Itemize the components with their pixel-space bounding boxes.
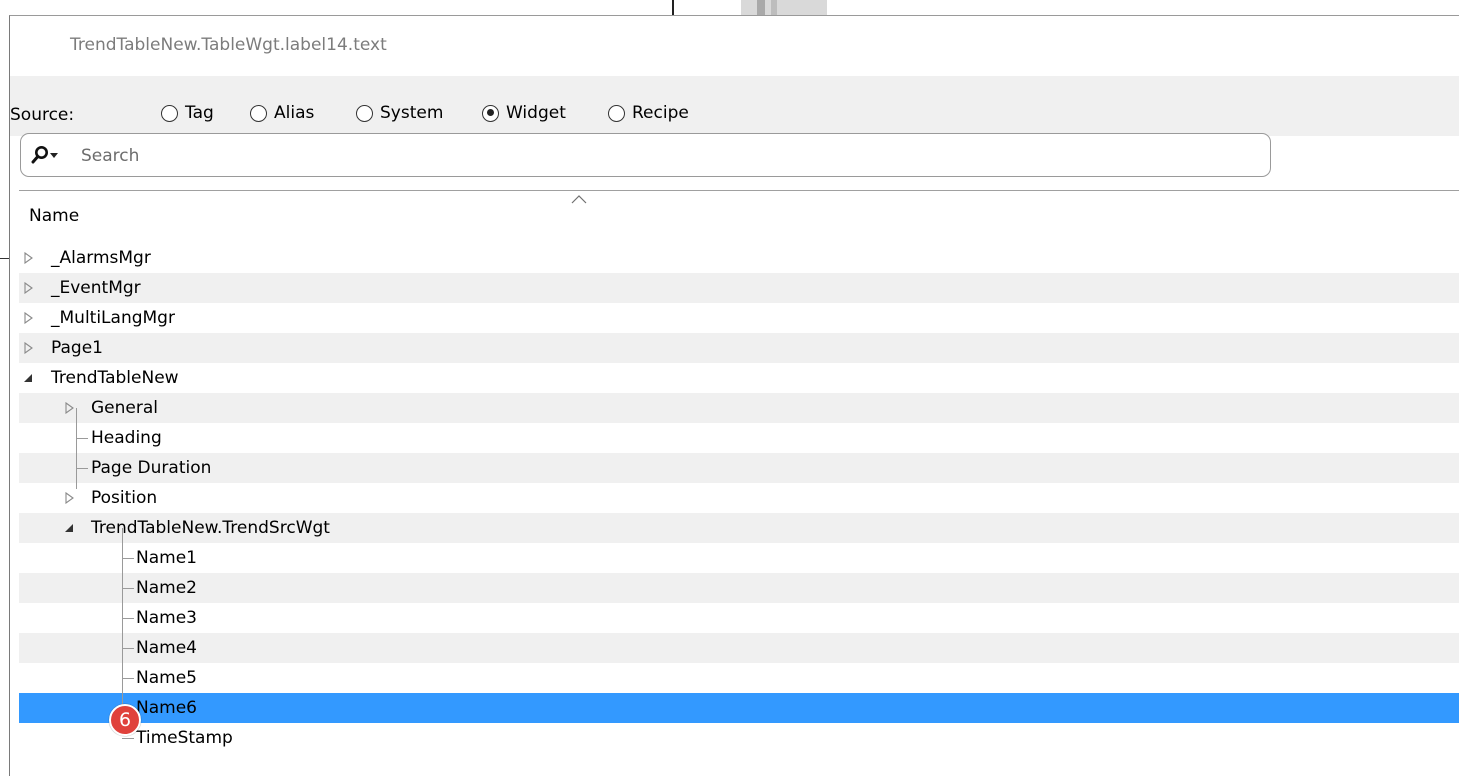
tree-row[interactable]: _EventMgr: [19, 273, 1459, 303]
source-toolbar: Source: Tag Alias System Widget Recipe: [10, 76, 1459, 136]
tree-connector-line: [122, 738, 134, 739]
tree-item-label: TrendTableNew.TrendSrcWgt: [91, 518, 330, 538]
radio-circle[interactable]: [608, 104, 625, 122]
tree-row[interactable]: TrendTableNew: [19, 363, 1459, 393]
search-icon[interactable]: [31, 145, 49, 165]
tree-item-label: Name4: [136, 638, 197, 658]
tree-row[interactable]: Name3: [19, 603, 1459, 633]
tree-row[interactable]: Name4: [19, 633, 1459, 663]
tree-row[interactable]: TimeStamp: [19, 723, 1459, 753]
tree-item-label: Name6: [136, 698, 197, 718]
tree-row[interactable]: Position: [19, 483, 1459, 513]
column-header-name[interactable]: Name: [29, 206, 79, 226]
tree-item-label: Name1: [136, 548, 197, 568]
tree-connector-line: [122, 618, 134, 619]
tree-row[interactable]: _AlarmsMgr: [19, 243, 1459, 273]
tree-connector-line: [122, 588, 134, 589]
title-bar: TrendTableNew.TableWgt.label14.text: [10, 16, 1459, 76]
tree-item-label: TrendTableNew: [51, 368, 179, 388]
radio-label: Recipe: [632, 103, 689, 123]
tree-row[interactable]: TrendTableNew.TrendSrcWgt: [19, 513, 1459, 543]
tree-connector-line: [122, 678, 134, 679]
tree-row[interactable]: General: [19, 393, 1459, 423]
radio-label: Tag: [185, 103, 214, 123]
tree-item-label: Name5: [136, 668, 197, 688]
tree-connector-line: [122, 648, 134, 649]
background-connector-line: [0, 258, 9, 259]
source-radio-widget[interactable]: Widget: [482, 101, 566, 125]
tree-connector-line: [76, 438, 88, 439]
source-radio-system[interactable]: System: [356, 101, 443, 125]
tree-row[interactable]: Page Duration: [19, 453, 1459, 483]
tree-item-label: _EventMgr: [51, 278, 141, 298]
radio-circle[interactable]: [356, 104, 373, 122]
tree-item-label: Position: [91, 488, 158, 508]
source-radio-recipe[interactable]: Recipe: [608, 101, 689, 125]
expand-arrow-icon[interactable]: [23, 252, 35, 264]
tag-browser-dialog: TrendTableNew.TableWgt.label14.text Sour…: [9, 15, 1459, 776]
dialog-title: TrendTableNew.TableWgt.label14.text: [70, 35, 387, 55]
expand-arrow-icon[interactable]: [64, 402, 76, 414]
tree-item-label: TimeStamp: [136, 728, 233, 748]
tree-connector-line: [122, 558, 134, 559]
expand-arrow-icon[interactable]: [64, 492, 76, 504]
search-input[interactable]: [79, 142, 1263, 170]
tree-item-label: Name3: [136, 608, 197, 628]
radio-label: Alias: [274, 103, 315, 123]
tree-row[interactable]: Name1: [19, 543, 1459, 573]
tree-view: Name _AlarmsMgr _EventMgr _MultiLangMgr Pag…: [19, 190, 1459, 766]
sort-ascending-icon[interactable]: [571, 195, 587, 204]
source-label: Source:: [10, 105, 75, 125]
collapse-arrow-icon[interactable]: [64, 522, 76, 534]
background-window-fragment: [741, 0, 827, 16]
tree-item-label: _MultiLangMgr: [51, 308, 175, 328]
tree-item-label: _AlarmsMgr: [51, 248, 151, 268]
tree-row[interactable]: Name5: [19, 663, 1459, 693]
tree-item-label: Page Duration: [91, 458, 212, 478]
tree-row[interactable]: Name2: [19, 573, 1459, 603]
tree-row[interactable]: Heading: [19, 423, 1459, 453]
collapse-arrow-icon[interactable]: [23, 372, 35, 384]
tree-item-label: Name2: [136, 578, 197, 598]
expand-arrow-icon[interactable]: [23, 312, 35, 324]
tree-item-label: General: [91, 398, 158, 418]
tree-row[interactable]: _MultiLangMgr: [19, 303, 1459, 333]
background-window-edge: [672, 0, 674, 16]
source-radio-alias[interactable]: Alias: [250, 101, 314, 125]
chevron-down-icon[interactable]: [50, 153, 58, 158]
tree-connector-line: [76, 468, 88, 469]
expand-arrow-icon[interactable]: [23, 342, 35, 354]
search-box[interactable]: [20, 133, 1271, 177]
expand-arrow-icon[interactable]: [23, 282, 35, 294]
tree-connector-line: [76, 408, 77, 489]
tree-item-label: Heading: [91, 428, 162, 448]
radio-label: Widget: [506, 103, 566, 123]
tree-row[interactable]: Page1: [19, 333, 1459, 363]
source-radio-tag[interactable]: Tag: [161, 101, 214, 125]
radio-circle[interactable]: [250, 104, 267, 122]
tree-item-label: Page1: [51, 338, 103, 358]
radio-circle-selected[interactable]: [482, 104, 499, 122]
callout-badge: 6: [109, 704, 141, 736]
tree-row-selected[interactable]: Name6: [19, 693, 1459, 723]
radio-circle[interactable]: [161, 104, 178, 122]
radio-label: System: [380, 103, 444, 123]
